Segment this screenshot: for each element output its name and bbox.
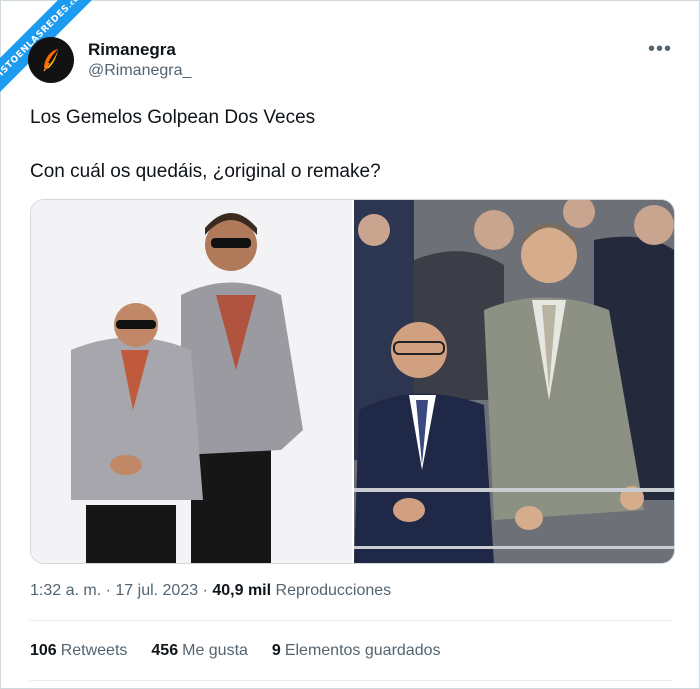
photo-original-illustration [31,200,352,563]
display-name[interactable]: Rimanegra [88,39,191,60]
separator-dot: · [202,582,213,599]
tweet-text-line-1: Los Gemelos Golpean Dos Veces [30,107,316,128]
likes-stat[interactable]: 456 Me gusta [151,642,248,660]
tweet-media[interactable] [30,199,675,564]
avatar[interactable] [28,37,74,83]
photo-remake-illustration [354,200,674,563]
bookmarks-stat[interactable]: 9 Elementos guardados [272,642,441,660]
separator-dot: · [105,582,116,599]
tweet-stats: 106 Retweets 456 Me gusta 9 Elementos guard… [30,642,440,660]
divider [30,680,673,681]
feather-logo-icon [43,49,58,72]
photo-remake[interactable] [354,200,674,563]
more-options-icon[interactable]: ••• [648,38,672,61]
divider [30,620,673,621]
views-count: 40,9 mil [212,582,272,599]
tweet-header: Rimanegra @Rimanegra_ [28,37,191,83]
tweet-meta: 1:32 a. m. · 17 jul. 2023 · 40,9 mil Rep… [30,582,391,600]
tweet-date[interactable]: 17 jul. 2023 [115,582,198,599]
photo-original[interactable] [31,200,354,563]
retweets-stat[interactable]: 106 Retweets [30,642,127,660]
tweet-text-line-2: Con cuál os quedáis, ¿original o remake? [30,161,381,182]
user-handle[interactable]: @Rimanegra_ [88,60,191,81]
tweet-time[interactable]: 1:32 a. m. [30,582,101,599]
views-label: Reproducciones [275,582,392,599]
